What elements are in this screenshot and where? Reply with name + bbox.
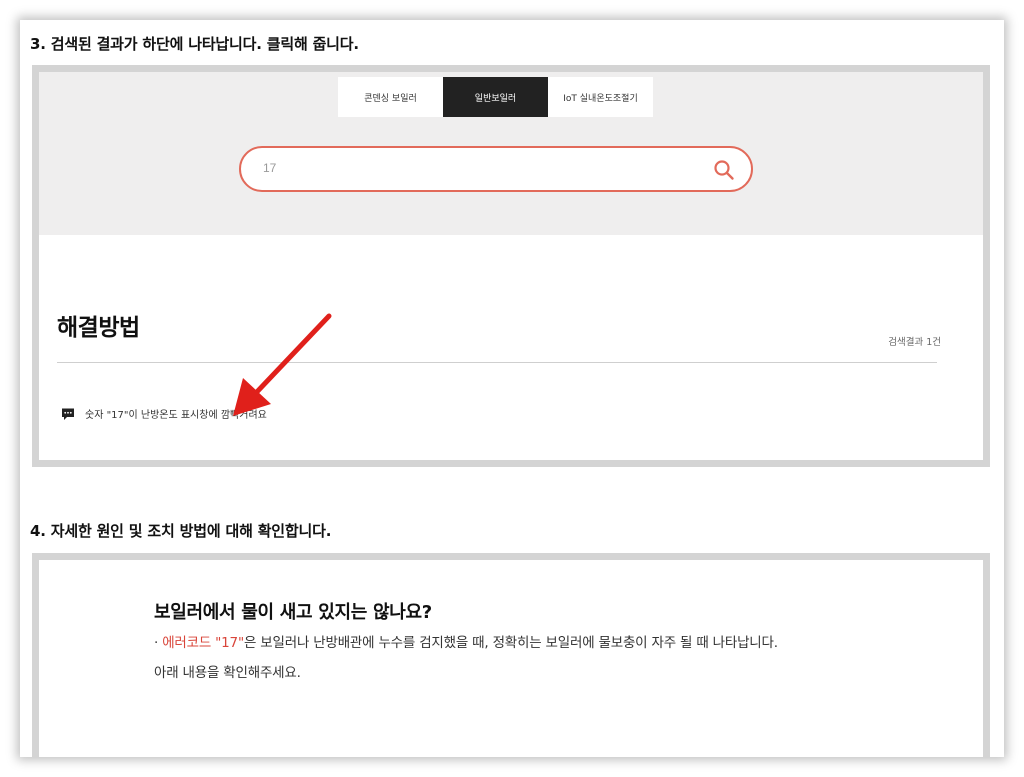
search-band: 콘덴싱 보일러 일반보일러 IoT 실내온도조절기 17 bbox=[39, 72, 983, 235]
bullet: · bbox=[154, 635, 163, 651]
search-input-value: 17 bbox=[263, 161, 277, 175]
search-input[interactable]: 17 bbox=[239, 146, 753, 192]
step3-heading: 3. 검색된 결과가 하단에 나타납니다. 클릭해 줍니다. bbox=[30, 35, 359, 53]
detail-line-1: · 에러코드 "17"은 보일러나 난방배관에 누수를 검지했을 때, 정확히는… bbox=[154, 631, 778, 651]
result-title: 해결방법 bbox=[57, 315, 140, 341]
red-arrow-annotation bbox=[233, 313, 332, 416]
tab-condensing-boiler[interactable]: 콘덴싱 보일러 bbox=[338, 77, 443, 117]
search-icon[interactable] bbox=[713, 159, 735, 181]
result-divider bbox=[57, 362, 937, 363]
step4-heading: 4. 자세한 원인 및 조치 방법에 대해 확인합니다. bbox=[30, 522, 332, 540]
detail-line-2: 아래 내용을 확인해주세요. bbox=[154, 665, 301, 681]
chat-icon bbox=[62, 408, 74, 420]
page-frame: 3. 검색된 결과가 하단에 나타납니다. 클릭해 줍니다. 콘덴싱 보일러 일… bbox=[20, 20, 1004, 757]
tab-general-boiler[interactable]: 일반보일러 bbox=[443, 77, 548, 117]
result-count: 검색결과 1건 bbox=[888, 337, 941, 348]
boiler-type-tabs: 콘덴싱 보일러 일반보일러 IoT 실내온도조절기 bbox=[338, 77, 653, 117]
detail-screenshot: 보일러에서 물이 새고 있지는 않나요? · 에러코드 "17"은 보일러나 난… bbox=[32, 553, 990, 757]
detail-line-1-text: 은 보일러나 난방배관에 누수를 검지했을 때, 정확히는 보일러에 물보충이 … bbox=[243, 635, 778, 651]
error-code: 에러코드 "17" bbox=[162, 635, 244, 651]
search-screenshot: 콘덴싱 보일러 일반보일러 IoT 실내온도조절기 17 해결방법 검색결과 1… bbox=[32, 65, 990, 467]
tab-iot-thermostat[interactable]: IoT 실내온도조절기 bbox=[548, 77, 653, 117]
question-title: 보일러에서 물이 새고 있지는 않나요? bbox=[154, 602, 432, 623]
